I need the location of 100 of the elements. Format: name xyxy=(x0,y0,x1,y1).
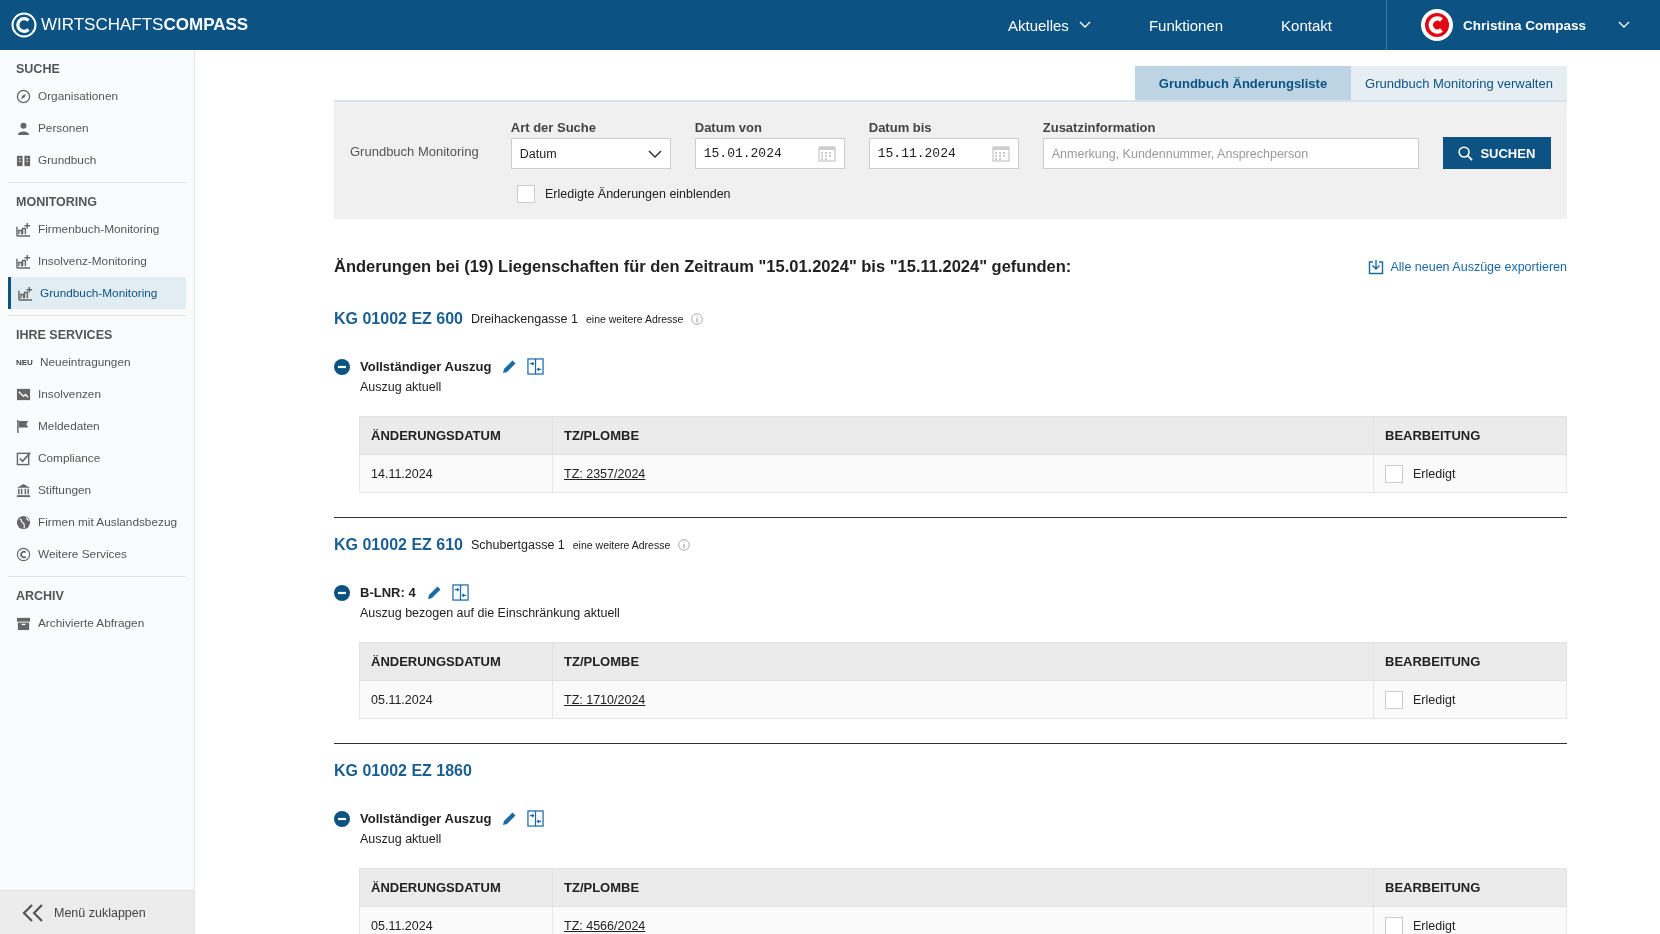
date-field[interactable]: 15.01.2024 xyxy=(694,138,845,169)
tz-link[interactable]: TZ: 4566/2024 xyxy=(564,918,646,933)
sidebar-item[interactable]: Organisationen xyxy=(8,80,186,112)
checkbox[interactable] xyxy=(1385,690,1403,709)
nav-link[interactable]: Funktionen xyxy=(1112,16,1246,34)
more-address-link[interactable]: eine weitere Adresse xyxy=(572,539,671,551)
sidebar-label: Meldedaten xyxy=(38,419,100,433)
compass-icon xyxy=(16,88,31,104)
new-label: NEU xyxy=(16,357,33,367)
section-title: SUCHE xyxy=(15,61,61,78)
column-header: BEARBEITUNG xyxy=(1373,416,1567,455)
logo-icon xyxy=(11,12,37,38)
sidebar-label: Personen xyxy=(38,121,89,135)
user-menu[interactable]: Christina Compass xyxy=(1385,0,1660,50)
column-header: TZ/PLOMBE xyxy=(552,642,1374,681)
picture-icon xyxy=(16,386,31,402)
pencil-icon[interactable] xyxy=(501,358,518,375)
compare-icon[interactable] xyxy=(527,358,545,375)
monitor-icon xyxy=(16,221,31,237)
sidebar-label: Grundbuch xyxy=(38,153,97,167)
filter-label: Grundbuch Monitoring xyxy=(350,144,480,161)
checkbox[interactable] xyxy=(517,185,535,203)
field-label: Art der Suche xyxy=(510,120,597,135)
additional-info-field[interactable]: Anmerkung, Kundennummer, Ansprechperson xyxy=(1042,138,1419,169)
search-type-dropdown[interactable]: Datum xyxy=(510,138,671,169)
field-label: Datum von xyxy=(694,120,763,135)
checkbox-label: Erledigt xyxy=(1413,918,1456,933)
collapse-icon[interactable] xyxy=(334,811,350,827)
search-button[interactable]: SUCHEN xyxy=(1442,137,1551,169)
sidebar-item[interactable]: Compliance xyxy=(8,442,186,474)
column-header: ÄNDERUNGSDATUM xyxy=(359,868,553,907)
sidebar-item[interactable]: Grundbuch-Monitoring xyxy=(8,277,186,309)
extract-title: B-LNR: 4 xyxy=(360,585,416,600)
pencil-icon[interactable] xyxy=(501,810,518,827)
tab[interactable]: Grundbuch Monitoring verwalten xyxy=(1351,66,1567,100)
info-icon xyxy=(691,313,704,325)
collapse-icon[interactable] xyxy=(334,585,350,601)
tab[interactable]: Grundbuch Änderungsliste xyxy=(1135,66,1351,100)
column-header: ÄNDERUNGSDATUM xyxy=(359,416,553,455)
avatar-icon xyxy=(1420,9,1453,41)
search-icon xyxy=(1458,145,1474,161)
sidebar-item[interactable]: Meldedaten xyxy=(8,410,186,442)
field-label: Datum bis xyxy=(868,120,933,135)
property-title: KG 01002 EZ 600 xyxy=(334,310,463,328)
sidebar-item[interactable]: Stiftungen xyxy=(8,474,186,506)
checkbox[interactable] xyxy=(1385,464,1403,483)
more-address-link[interactable]: eine weitere Adresse xyxy=(586,313,684,325)
checkbox-label: Erledigte Änderungen einblenden xyxy=(545,187,731,201)
column-header: TZ/PLOMBE xyxy=(552,868,1374,907)
sidebar-label: Insolvenz-Monitoring xyxy=(38,254,147,268)
sidebar-item[interactable]: Insolvenz-Monitoring xyxy=(8,245,186,277)
sidebar-item[interactable]: Insolvenzen xyxy=(8,378,186,410)
sidebar-item[interactable]: Firmen mit Auslandsbezug xyxy=(8,506,186,538)
sidebar-item[interactable]: Archivierte Abfragen xyxy=(8,607,186,639)
nav-link[interactable]: Aktuelles xyxy=(972,16,1113,34)
column-header: BEARBEITUNG xyxy=(1373,642,1567,681)
sidebar-item[interactable]: Personen xyxy=(8,112,186,144)
tz-link[interactable]: TZ: 1710/2024 xyxy=(564,692,646,707)
extract-title: Vollständiger Auszug xyxy=(360,359,492,374)
sidebar-label: Firmenbuch-Monitoring xyxy=(38,222,160,236)
globe-icon xyxy=(16,514,31,530)
sidebar-label: Insolvenzen xyxy=(38,387,101,401)
collapse-icon[interactable] xyxy=(334,359,350,375)
sidebar-label: Archivierte Abfragen xyxy=(38,616,145,630)
sidebar-label: Grundbuch-Monitoring xyxy=(40,286,158,300)
property-title: KG 01002 EZ 610 xyxy=(334,536,463,554)
address: Schubertgasse 1 xyxy=(470,538,565,552)
sidebar-item[interactable]: Weitere Services xyxy=(8,538,186,570)
nav-link[interactable]: Kontakt xyxy=(1245,16,1354,34)
tz-link[interactable]: TZ: 2357/2024 xyxy=(564,466,646,481)
sidebar-label: Organisationen xyxy=(38,89,118,103)
column-header: ÄNDERUNGSDATUM xyxy=(359,642,553,681)
extract-title: Vollständiger Auszug xyxy=(360,811,492,826)
sidebar-item[interactable]: Firmenbuch-Monitoring xyxy=(8,213,186,245)
compare-icon[interactable] xyxy=(527,810,545,827)
pencil-icon[interactable] xyxy=(425,584,442,601)
sidebar-label: Compliance xyxy=(38,451,101,465)
checkbox-label: Erledigt xyxy=(1413,692,1456,707)
logo[interactable]: WIRTSCHAFTSCOMPASS xyxy=(0,12,249,38)
calendar-icon xyxy=(817,145,836,162)
date-cell: 14.11.2024 xyxy=(359,454,553,493)
columns-icon xyxy=(16,482,31,498)
date-cell: 05.11.2024 xyxy=(359,680,553,719)
compare-icon[interactable] xyxy=(451,584,469,601)
checkbox[interactable] xyxy=(1385,916,1403,934)
sidebar-item[interactable]: NEU Neueintragungen xyxy=(8,346,186,378)
collapse-menu-button[interactable]: Menü zuklappen xyxy=(0,890,194,934)
info-icon xyxy=(678,539,691,551)
sidebar-item[interactable]: Grundbuch xyxy=(8,144,186,176)
date-field[interactable]: 15.11.2024 xyxy=(868,138,1019,169)
download-icon xyxy=(1368,258,1385,275)
address: Dreihackengasse 1 xyxy=(470,312,578,326)
results-heading: Änderungen bei (19) Liegenschaften für den Zeitraum "15.01.2024" bis "15.11.2024" gefunden: xyxy=(334,257,1072,276)
column-header: TZ/PLOMBE xyxy=(552,416,1374,455)
export-link[interactable]: Alle neuen Auszüge exportieren xyxy=(1368,258,1567,275)
extract-status: Auszug aktuell xyxy=(360,380,443,394)
chevron-down-icon xyxy=(1618,21,1630,29)
sidebar-label: Neueintragungen xyxy=(40,355,131,369)
calendar-icon xyxy=(991,145,1010,162)
extract-status: Auszug bezogen auf die Einschränkung aktuell xyxy=(360,606,620,620)
